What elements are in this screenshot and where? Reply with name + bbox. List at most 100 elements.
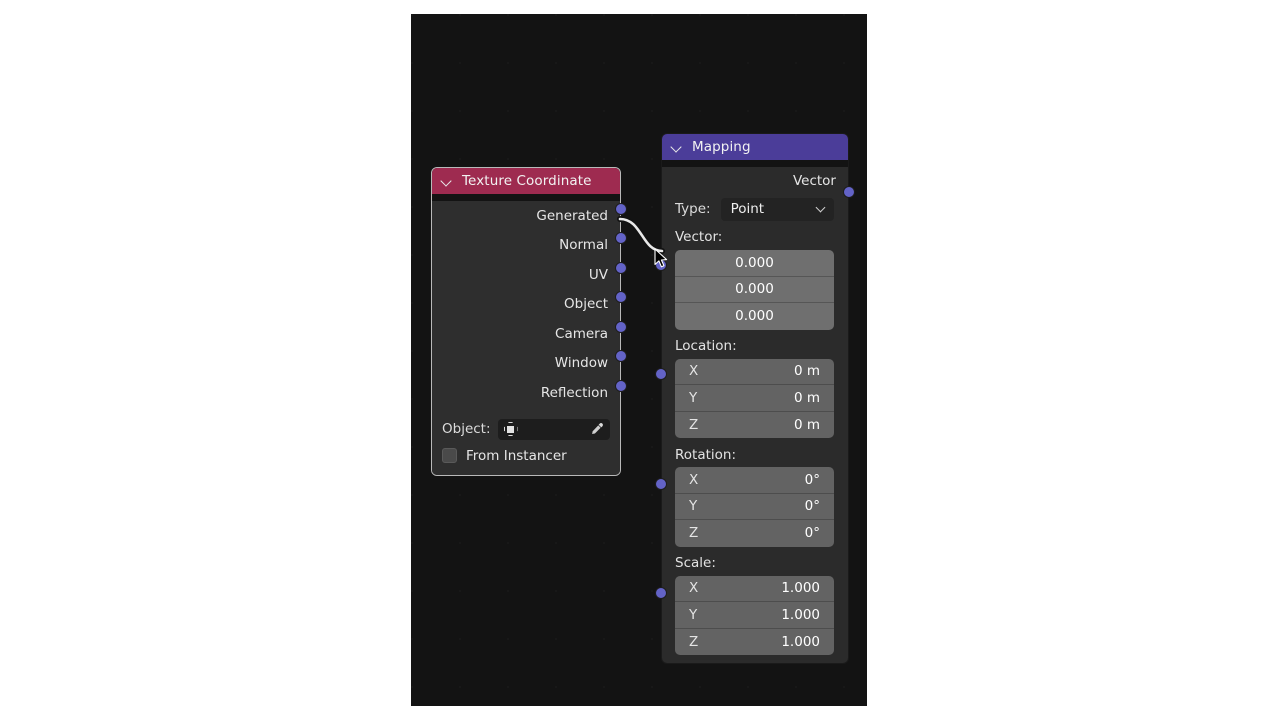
eyedropper-icon[interactable] <box>589 422 604 437</box>
chevron-down-icon[interactable] <box>442 176 453 187</box>
location-field-y[interactable]: Y 0 m <box>675 385 834 412</box>
output-label-generated: Generated <box>536 207 608 224</box>
rotation-axis-y: Y <box>689 498 698 515</box>
socket-output-window[interactable] <box>615 350 627 362</box>
vector-input-value-2: 0.000 <box>735 308 774 325</box>
output-row-camera: Camera <box>432 319 620 349</box>
vector-input-field-0[interactable]: 0.000 <box>675 250 834 277</box>
location-input-label-row: Location: <box>662 334 848 359</box>
socket-output-normal[interactable] <box>615 232 627 244</box>
object-property-row: Object: <box>432 416 620 443</box>
scale-axis-x: X <box>689 580 699 597</box>
scale-value-z: 1.000 <box>781 633 820 650</box>
socket-input-location[interactable] <box>655 368 667 380</box>
output-label-reflection: Reflection <box>540 384 608 401</box>
location-value-x: 0 m <box>793 363 820 380</box>
vector-input-label: Vector: <box>675 229 723 245</box>
socket-output-vector[interactable] <box>843 186 855 198</box>
node-mapping-header[interactable]: Mapping <box>662 134 848 160</box>
location-value-z: 0 m <box>793 416 820 433</box>
output-row-reflection: Reflection <box>432 378 620 408</box>
vector-input-label-row: Vector: <box>662 224 848 250</box>
location-axis-y: Y <box>689 389 698 406</box>
scale-input-label: Scale: <box>675 555 716 571</box>
location-axis-x: X <box>689 363 699 380</box>
node-texture-coordinate[interactable]: Texture Coordinate Generated Normal UV O… <box>431 167 627 476</box>
from-instancer-row[interactable]: From Instancer <box>432 443 620 469</box>
scale-input-fields: X 1.000 Y 1.000 Z 1.000 <box>675 575 834 656</box>
output-label-vector: Vector <box>792 172 836 189</box>
output-row-normal: Normal <box>432 231 620 261</box>
socket-output-uv[interactable] <box>615 262 627 274</box>
location-axis-z: Z <box>689 416 699 433</box>
screen-root: Texture Coordinate Generated Normal UV O… <box>0 0 1280 720</box>
type-property-row: Type: Point <box>662 194 848 224</box>
socket-output-generated[interactable] <box>615 203 627 215</box>
socket-input-vector[interactable] <box>655 259 667 271</box>
vector-input-field-1[interactable]: 0.000 <box>675 277 834 303</box>
vector-input-value-0: 0.000 <box>735 254 774 271</box>
rotation-value-y: 0° <box>804 498 820 515</box>
socket-input-rotation[interactable] <box>655 478 667 490</box>
scale-value-y: 1.000 <box>781 606 820 623</box>
socket-output-reflection[interactable] <box>615 380 627 392</box>
node-editor-canvas[interactable]: Texture Coordinate Generated Normal UV O… <box>411 14 867 706</box>
object-cube-icon <box>504 422 518 436</box>
rotation-field-x[interactable]: X 0° <box>675 467 834 494</box>
socket-input-scale[interactable] <box>655 587 667 599</box>
output-row-vector: Vector <box>662 167 848 194</box>
rotation-input-label: Rotation: <box>675 446 737 463</box>
output-row-object: Object <box>432 290 620 320</box>
type-dropdown[interactable]: Point <box>720 197 834 221</box>
type-dropdown-value: Point <box>730 201 765 217</box>
output-label-normal: Normal <box>559 237 608 254</box>
node-mapping-title: Mapping <box>692 139 751 155</box>
output-label-uv: UV <box>588 266 608 283</box>
rotation-input-label-row: Rotation: <box>662 442 848 467</box>
location-input-label: Location: <box>675 338 737 354</box>
chevron-down-icon[interactable] <box>672 142 683 153</box>
scale-axis-z: Z <box>689 633 699 650</box>
vector-input-fields: 0.000 0.000 0.000 <box>675 250 834 330</box>
socket-output-camera[interactable] <box>615 321 627 333</box>
rotation-value-z: 0° <box>804 525 820 542</box>
rotation-field-z[interactable]: Z 0° <box>675 520 834 547</box>
node-texture-coordinate-body: Generated Normal UV Object Camera Window… <box>432 201 620 475</box>
rotation-axis-z: Z <box>689 525 699 542</box>
from-instancer-checkbox[interactable] <box>442 448 457 463</box>
rotation-input-fields: X 0° Y 0° Z 0° <box>675 467 834 547</box>
from-instancer-label: From Instancer <box>466 447 567 464</box>
node-mapping-body: Vector Type: Point Vector: 0.000 0.000 0… <box>662 167 848 663</box>
scale-axis-y: Y <box>689 606 698 623</box>
location-input-fields: X 0 m Y 0 m Z 0 m <box>675 358 834 439</box>
scale-field-z[interactable]: Z 1.000 <box>675 629 834 656</box>
node-mapping-frame: Mapping Vector Type: Point Vector: 0.000… <box>661 133 849 664</box>
scale-value-x: 1.000 <box>781 580 820 597</box>
output-row-uv: UV <box>432 260 620 290</box>
scale-field-y[interactable]: Y 1.000 <box>675 602 834 629</box>
vector-input-value-1: 0.000 <box>735 281 774 298</box>
location-value-y: 0 m <box>793 389 820 406</box>
output-row-generated: Generated <box>432 201 620 231</box>
output-label-camera: Camera <box>555 325 608 342</box>
vector-input-field-2[interactable]: 0.000 <box>675 303 834 330</box>
scale-field-x[interactable]: X 1.000 <box>675 576 834 602</box>
output-row-window: Window <box>432 349 620 379</box>
socket-output-object[interactable] <box>615 291 627 303</box>
location-field-z[interactable]: Z 0 m <box>675 412 834 439</box>
rotation-value-x: 0° <box>804 471 820 488</box>
scale-input-label-row: Scale: <box>662 551 848 576</box>
output-label-object: Object <box>564 296 608 313</box>
chevron-down-icon[interactable] <box>816 204 826 214</box>
location-field-x[interactable]: X 0 m <box>675 359 834 385</box>
node-texture-coordinate-frame: Texture Coordinate Generated Normal UV O… <box>431 167 621 476</box>
type-property-label: Type: <box>675 201 711 217</box>
rotation-field-y[interactable]: Y 0° <box>675 494 834 520</box>
object-field[interactable] <box>497 418 610 440</box>
node-texture-coordinate-header[interactable]: Texture Coordinate <box>432 168 620 194</box>
output-label-window: Window <box>554 355 608 372</box>
node-texture-coordinate-title: Texture Coordinate <box>462 173 592 189</box>
rotation-axis-x: X <box>689 471 699 488</box>
node-mapping[interactable]: Mapping Vector Type: Point Vector: 0.000… <box>655 133 855 664</box>
object-property-label: Object: <box>442 421 491 437</box>
